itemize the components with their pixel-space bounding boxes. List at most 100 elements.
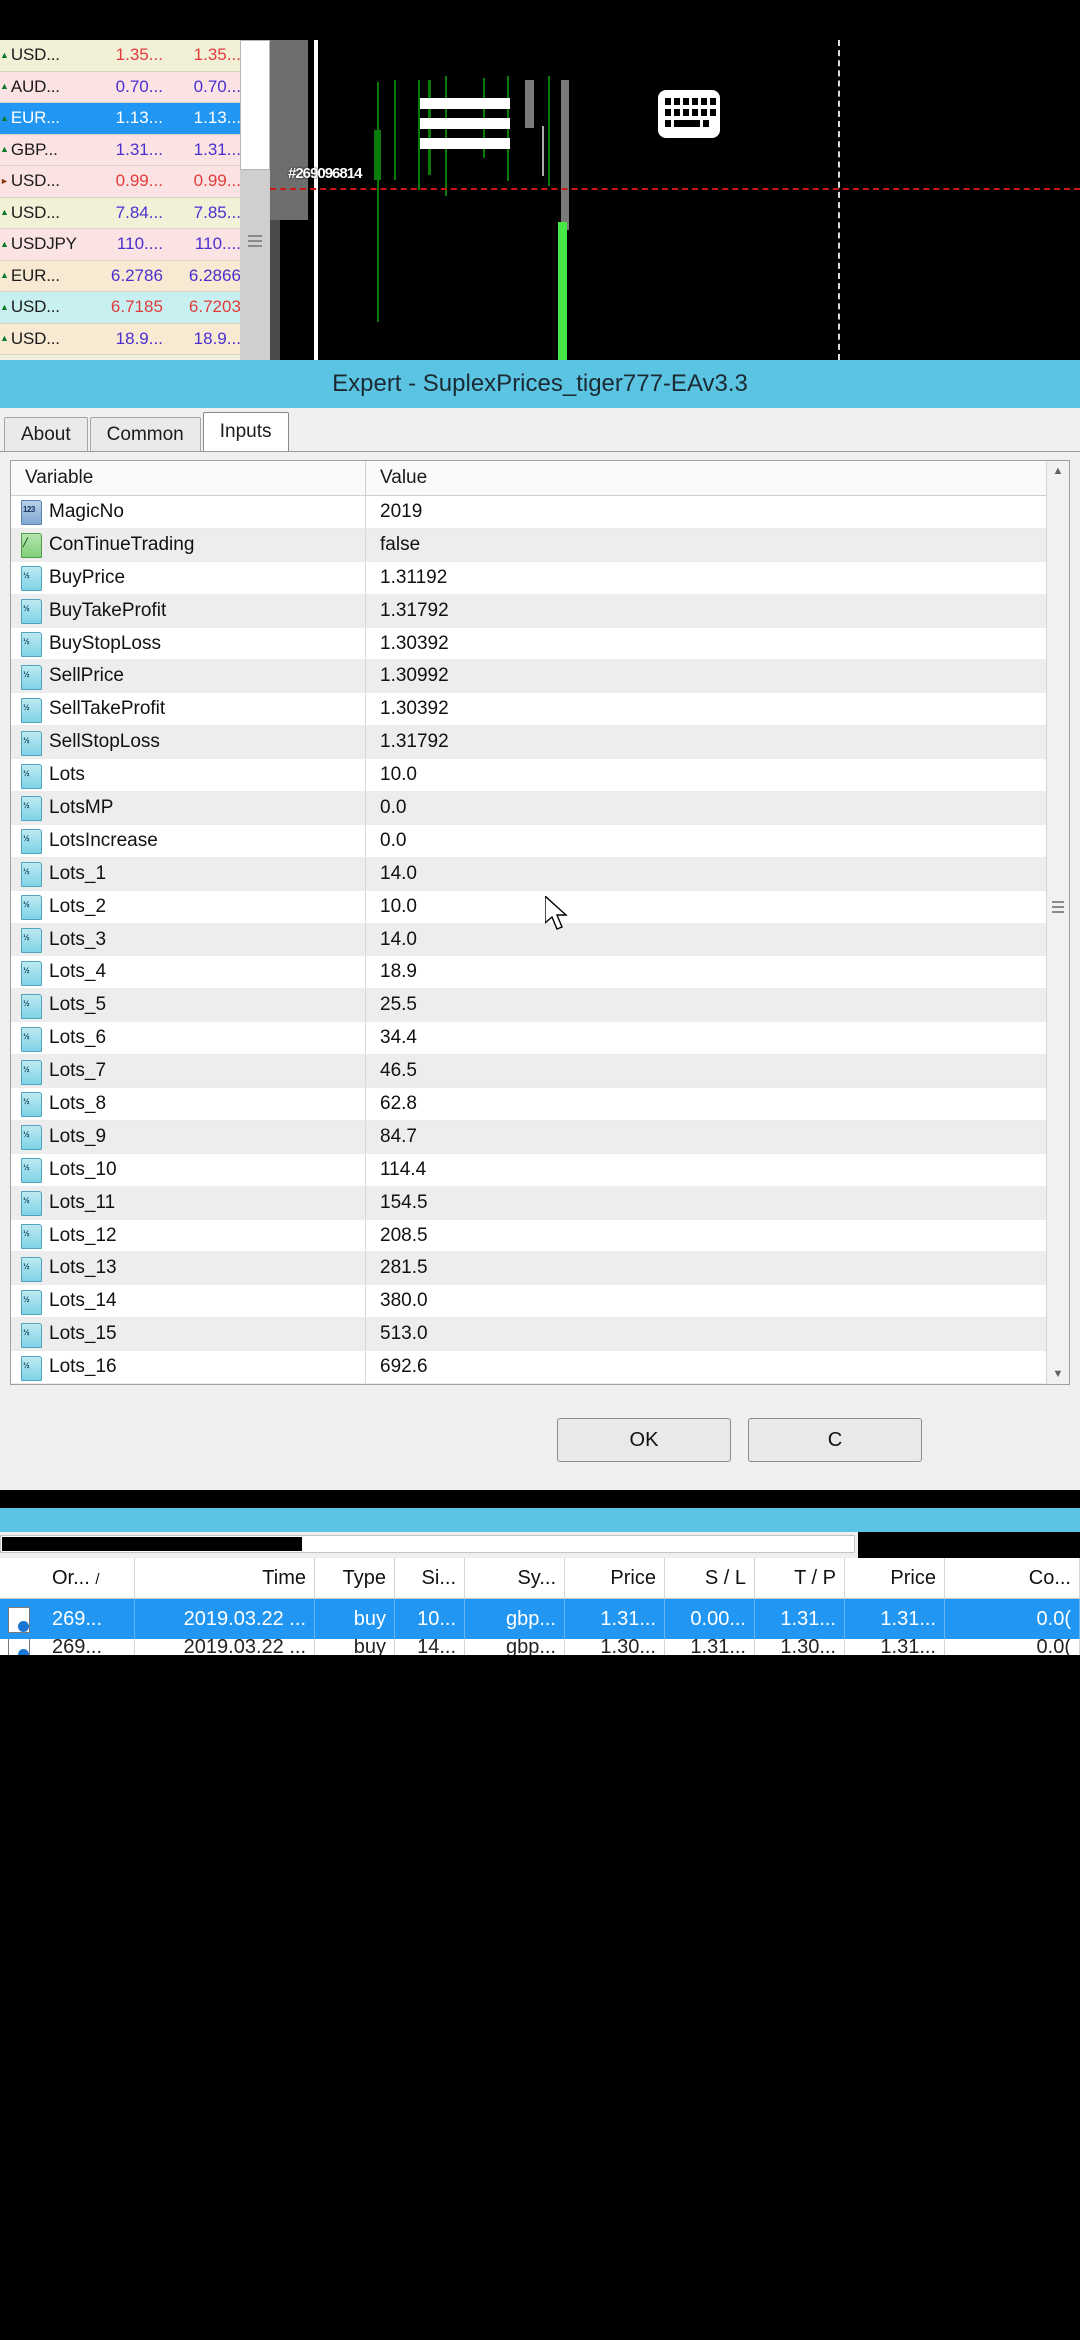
table-row[interactable]: ½Lots_746.5 bbox=[11, 1055, 1069, 1088]
value-cell[interactable]: false bbox=[366, 534, 1069, 556]
variable-cell[interactable]: ½Lots bbox=[11, 759, 366, 791]
value-cell[interactable]: 10.0 bbox=[366, 764, 1069, 786]
variable-cell[interactable]: ½BuyTakeProfit bbox=[11, 595, 366, 627]
table-row[interactable]: ½Lots_10114.4 bbox=[11, 1154, 1069, 1187]
value-cell[interactable]: 1.31192 bbox=[366, 567, 1069, 589]
table-row[interactable]: ½BuyTakeProfit1.31792 bbox=[11, 595, 1069, 628]
variable-cell[interactable]: ½Lots_4 bbox=[11, 956, 366, 988]
trades-column-header[interactable]: Sy... bbox=[465, 1558, 565, 1598]
market-watch-row[interactable]: ▲EUR...6.27866.2866 bbox=[0, 261, 240, 293]
inputs-table-scrollbar[interactable]: ▲ ▼ bbox=[1046, 461, 1069, 1384]
table-row[interactable]: ½LotsMP0.0 bbox=[11, 792, 1069, 825]
trades-column-header[interactable]: Price bbox=[565, 1558, 665, 1598]
trades-column-header[interactable]: T / P bbox=[755, 1558, 845, 1598]
trades-column-header[interactable]: Si... bbox=[395, 1558, 465, 1598]
variable-cell[interactable]: ½SellPrice bbox=[11, 660, 366, 692]
variable-cell[interactable]: ½Lots_6 bbox=[11, 1022, 366, 1054]
trades-table[interactable]: Or... /TimeTypeSi...Sy...PriceS / LT / P… bbox=[0, 1558, 1080, 1640]
variable-cell[interactable]: ½Lots_8 bbox=[11, 1088, 366, 1120]
dialog-tab-strip[interactable]: AboutCommonInputs bbox=[0, 408, 1080, 452]
table-row[interactable]: ½BuyStopLoss1.30392 bbox=[11, 628, 1069, 661]
variable-cell[interactable]: ½Lots_1 bbox=[11, 858, 366, 890]
table-row[interactable]: ½SellTakeProfit1.30392 bbox=[11, 693, 1069, 726]
value-cell[interactable]: 1.31792 bbox=[366, 731, 1069, 753]
table-row[interactable]: ╱ConTinueTradingfalse bbox=[11, 529, 1069, 562]
market-watch-row[interactable]: ▲USDJPY110....110.... bbox=[0, 229, 240, 261]
table-row[interactable]: ½SellStopLoss1.31792 bbox=[11, 726, 1069, 759]
variable-cell[interactable]: ½Lots_5 bbox=[11, 989, 366, 1021]
value-cell[interactable]: 25.5 bbox=[366, 994, 1069, 1016]
table-row[interactable]: ½Lots_634.4 bbox=[11, 1022, 1069, 1055]
price-chart[interactable]: #269096814 bbox=[270, 40, 1080, 360]
trades-column-header[interactable]: S / L bbox=[665, 1558, 755, 1598]
scrollbar-thumb-horizontal[interactable] bbox=[2, 1537, 302, 1551]
scrollbar-thumb[interactable] bbox=[240, 40, 270, 170]
chart-scroll-block[interactable] bbox=[270, 40, 308, 220]
hamburger-menu-icon[interactable] bbox=[420, 98, 510, 148]
value-cell[interactable]: 513.0 bbox=[366, 1323, 1069, 1345]
variable-cell[interactable]: ½Lots_9 bbox=[11, 1121, 366, 1153]
value-cell[interactable]: 692.6 bbox=[366, 1356, 1069, 1378]
trades-column-header[interactable]: Type bbox=[315, 1558, 395, 1598]
value-cell[interactable]: 154.5 bbox=[366, 1192, 1069, 1214]
scroll-up-icon[interactable]: ▲ bbox=[1047, 461, 1069, 481]
panel-resize-grip[interactable] bbox=[248, 235, 262, 247]
market-watch-row[interactable]: ▲GBP...1.31...1.31... bbox=[0, 135, 240, 167]
table-row[interactable]: ½Lots_525.5 bbox=[11, 989, 1069, 1022]
trades-table-body[interactable]: 269...2019.03.22 ...buy10...gbp...1.31..… bbox=[0, 1599, 1080, 1655]
table-row[interactable]: ½Lots_210.0 bbox=[11, 891, 1069, 924]
column-header-variable[interactable]: Variable bbox=[11, 461, 366, 495]
variable-cell[interactable]: ½Lots_13 bbox=[11, 1252, 366, 1284]
market-watch-scrollbar[interactable] bbox=[240, 40, 270, 360]
variable-cell[interactable]: ½SellTakeProfit bbox=[11, 693, 366, 725]
market-watch-row[interactable]: ▲USD...18.9...18.9... bbox=[0, 324, 240, 356]
cancel-button[interactable]: C bbox=[748, 1418, 922, 1462]
tab-inputs[interactable]: Inputs bbox=[203, 412, 289, 451]
variable-cell[interactable]: ½Lots_16 bbox=[11, 1351, 366, 1383]
scrollbar-grip[interactable] bbox=[1052, 901, 1064, 915]
market-watch-row[interactable]: ▲EUR...1.13...1.13... bbox=[0, 103, 240, 135]
market-watch-row[interactable]: ▲AUD...0.70...0.70... bbox=[0, 72, 240, 104]
variable-cell[interactable]: ½Lots_11 bbox=[11, 1187, 366, 1219]
table-row[interactable]: ½Lots_17935.0 bbox=[11, 1384, 1069, 1385]
keyboard-icon[interactable] bbox=[658, 90, 720, 138]
variable-cell[interactable]: ½SellStopLoss bbox=[11, 726, 366, 758]
market-watch-row[interactable]: ▲USD...7.84...7.85... bbox=[0, 198, 240, 230]
table-row[interactable]: ½Lots_114.0 bbox=[11, 858, 1069, 891]
value-cell[interactable]: 46.5 bbox=[366, 1060, 1069, 1082]
variable-cell[interactable]: ½Lots_3 bbox=[11, 924, 366, 956]
value-cell[interactable]: 34.4 bbox=[366, 1027, 1069, 1049]
column-header-value[interactable]: Value bbox=[366, 467, 1069, 489]
variable-cell[interactable]: ½Lots_10 bbox=[11, 1154, 366, 1186]
table-row[interactable]: ½BuyPrice1.31192 bbox=[11, 562, 1069, 595]
market-watch-row[interactable]: ►USD...0.99...0.99... bbox=[0, 166, 240, 198]
trades-column-header[interactable]: Time bbox=[135, 1558, 315, 1598]
table-row[interactable]: ½Lots_418.9 bbox=[11, 956, 1069, 989]
table-row[interactable]: 123MagicNo2019 bbox=[11, 496, 1069, 529]
value-cell[interactable]: 208.5 bbox=[366, 1225, 1069, 1247]
value-cell[interactable]: 0.0 bbox=[366, 797, 1069, 819]
inputs-table[interactable]: Variable Value 123MagicNo2019╱ConTinueTr… bbox=[10, 460, 1070, 1385]
scroll-down-icon[interactable]: ▼ bbox=[1047, 1364, 1069, 1384]
value-cell[interactable]: 1.30392 bbox=[366, 698, 1069, 720]
value-cell[interactable]: 1.31792 bbox=[366, 600, 1069, 622]
table-row[interactable]: ½Lots_314.0 bbox=[11, 924, 1069, 957]
table-row[interactable]: ½Lots_16692.6 bbox=[11, 1351, 1069, 1384]
value-cell[interactable]: 14.0 bbox=[366, 863, 1069, 885]
variable-cell[interactable]: ½Lots_17 bbox=[11, 1384, 366, 1385]
value-cell[interactable]: 2019 bbox=[366, 501, 1069, 523]
variable-cell[interactable]: ½LotsIncrease bbox=[11, 825, 366, 857]
variable-cell[interactable]: ½Lots_14 bbox=[11, 1285, 366, 1317]
horizontal-scrollbar[interactable] bbox=[0, 1532, 1080, 1558]
value-cell[interactable]: 10.0 bbox=[366, 896, 1069, 918]
value-cell[interactable]: 18.9 bbox=[366, 961, 1069, 983]
variable-cell[interactable]: ½Lots_7 bbox=[11, 1055, 366, 1087]
table-row[interactable]: ½Lots_11154.5 bbox=[11, 1187, 1069, 1220]
value-cell[interactable]: 1.30992 bbox=[366, 665, 1069, 687]
value-cell[interactable]: 1.30392 bbox=[366, 633, 1069, 655]
tab-common[interactable]: Common bbox=[90, 417, 201, 451]
value-cell[interactable]: 0.0 bbox=[366, 830, 1069, 852]
table-row[interactable]: ½Lots_14380.0 bbox=[11, 1285, 1069, 1318]
variable-cell[interactable]: ½Lots_2 bbox=[11, 891, 366, 923]
trades-column-header[interactable]: Price bbox=[845, 1558, 945, 1598]
